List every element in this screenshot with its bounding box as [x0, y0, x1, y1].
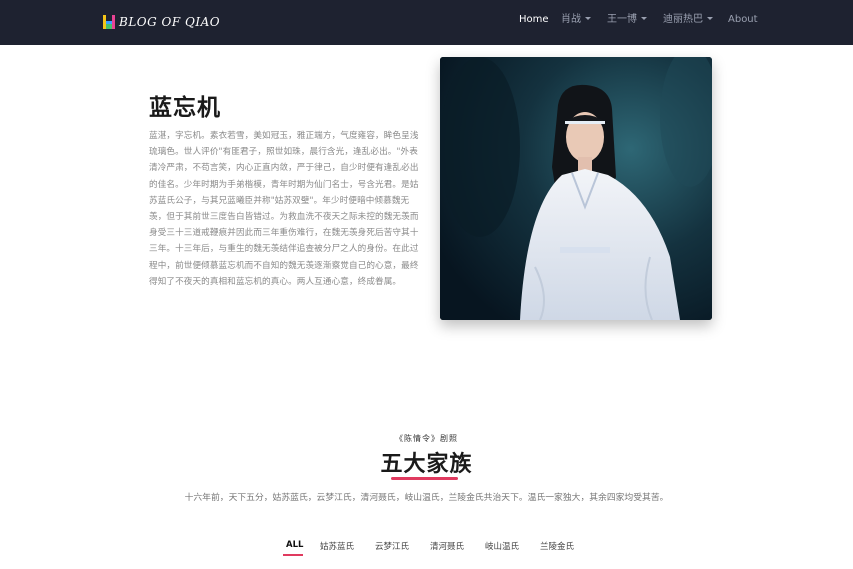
nav-item-dilireba[interactable]: 迪丽热巴	[663, 14, 713, 26]
navbar: BLOG OF QIAO Home 肖战 王一博 迪丽热巴 About	[0, 0, 853, 45]
nav-item-about[interactable]: About	[728, 14, 758, 26]
brand-logo-icon	[103, 15, 115, 29]
nav-item-label: 肖战	[561, 14, 581, 25]
filter-tab-yunmeng-jiang[interactable]: 云梦江氏	[375, 540, 409, 552]
filter-tab-qinghe-nie[interactable]: 清河聂氏	[430, 540, 464, 552]
section-title: 五大家族	[380, 452, 473, 477]
caret-down-icon	[707, 17, 713, 20]
filter-tab-qishan-wen[interactable]: 岐山温氏	[485, 540, 519, 552]
filter-tab-all[interactable]: ALL	[286, 540, 303, 550]
nav-item-label: 王一博	[607, 14, 637, 25]
hero-description: 蓝湛，字忘机。素衣若雪，美如冠玉，雅正端方，气度雍容，眸色呈浅琉璃色。世人评价"…	[149, 131, 419, 287]
filter-tab-gusu-lan[interactable]: 姑苏蓝氏	[320, 540, 354, 552]
section-kicker: 《陈情令》剧照	[395, 434, 458, 443]
nav-item-xiaozhan[interactable]: 肖战	[561, 14, 591, 26]
hero-title: 蓝忘机	[149, 95, 221, 121]
portrait-illustration	[440, 57, 712, 320]
caret-down-icon	[585, 17, 591, 20]
nav-item-home[interactable]: Home	[519, 14, 549, 26]
brand-name: BLOG OF QIAO	[119, 15, 221, 29]
section-title-underline	[391, 477, 458, 480]
active-filter-indicator	[283, 554, 303, 556]
hero-portrait-image	[440, 57, 712, 320]
nav-item-label: Home	[519, 14, 549, 25]
filter-tab-lanling-jin[interactable]: 兰陵金氏	[540, 540, 574, 552]
section-description: 十六年前，天下五分，姑苏蓝氏，云梦江氏，清河聂氏，岐山温氏，兰陵金氏共治天下。温…	[184, 493, 669, 503]
nav-item-label: 迪丽热巴	[663, 14, 703, 25]
brand-link[interactable]: BLOG OF QIAO	[103, 13, 220, 31]
nav-item-label: About	[728, 14, 758, 25]
nav-item-wangyibo[interactable]: 王一博	[607, 14, 647, 26]
caret-down-icon	[641, 17, 647, 20]
